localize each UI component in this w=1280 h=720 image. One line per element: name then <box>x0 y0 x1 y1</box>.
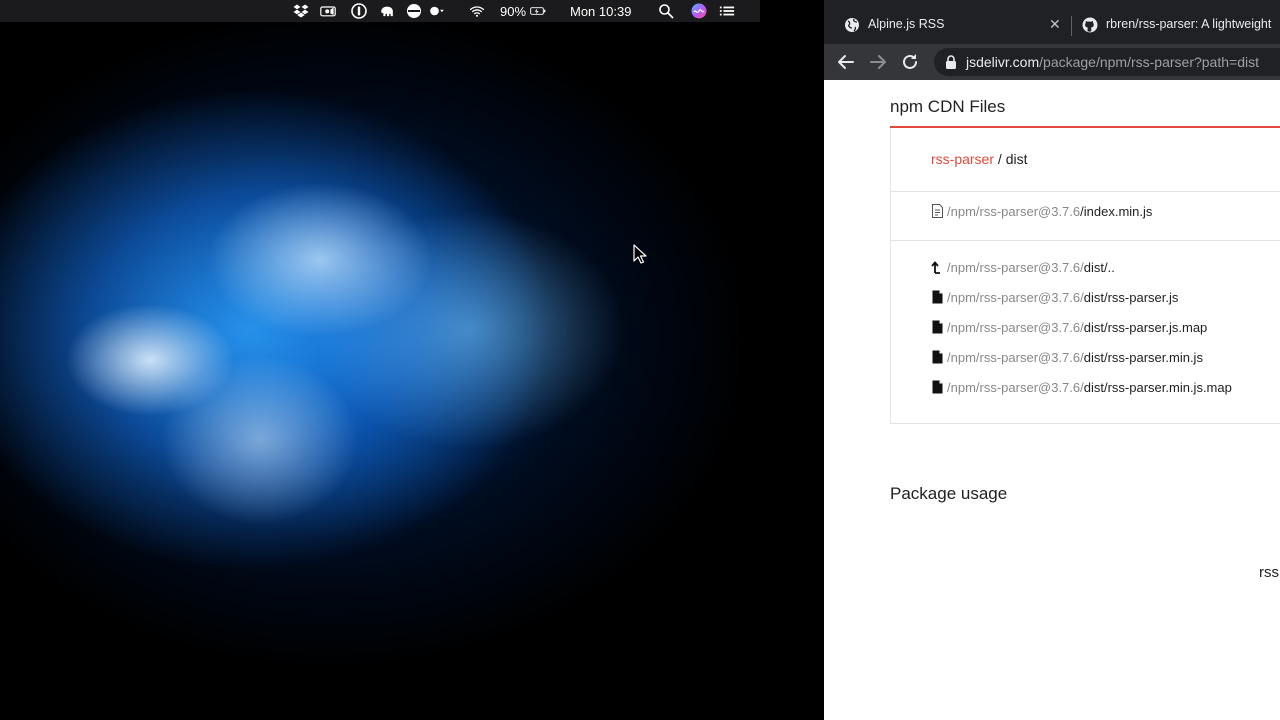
tab-title: Alpine.js RSS <box>868 17 945 31</box>
file-name: dist/rss-parser.min.js.map <box>1083 379 1232 395</box>
tab-rss-parser-github[interactable]: rbren/rss-parser: A lightweight <box>1062 8 1280 44</box>
file-icon <box>931 320 944 334</box>
file-path-prefix: /npm/rss-parser@3.7.6/ <box>947 349 1084 365</box>
tab-title: rbren/rss-parser: A lightweight <box>1106 17 1272 31</box>
menu-bar-clock[interactable]: Mon 10:39 <box>570 4 631 19</box>
file-name: dist/.. <box>1083 259 1115 275</box>
address-bar[interactable]: jsdelivr.com/package/npm/rss-parser?path… <box>934 48 1280 76</box>
file-name: dist/rss-parser.js.map <box>1083 319 1208 335</box>
elephant-icon[interactable] <box>379 3 401 19</box>
breadcrumb-separator: / <box>994 151 1006 167</box>
bartender-icon[interactable] <box>406 3 422 19</box>
file-path-prefix: /npm/rss-parser@3.7.6/ <box>947 259 1084 275</box>
file-row-rss-parser-min-js-map[interactable]: /npm/rss-parser@3.7.6/dist/rss-parser.mi… <box>931 378 1232 396</box>
file-row-parent-dir[interactable]: /npm/rss-parser@3.7.6/dist/.. <box>931 258 1115 276</box>
github-icon <box>1082 17 1098 33</box>
battery-percent: 90% <box>500 4 527 19</box>
file-name: dist/rss-parser.min.js <box>1083 349 1203 365</box>
breadcrumb: rss-parser / dist <box>931 151 1027 167</box>
file-path-prefix: /npm/rss-parser@3.7.6/ <box>947 319 1084 335</box>
menu-bar: 90% Mon 10:39 <box>0 0 760 22</box>
forward-arrow-icon[interactable] <box>867 51 889 73</box>
package-usage-heading: Package usage <box>890 484 1008 503</box>
file-row-rss-parser-min-js[interactable]: /npm/rss-parser@3.7.6/dist/rss-parser.mi… <box>931 348 1203 366</box>
page-content: npm CDN Files rss-parser / dist /npm/rss… <box>824 80 1280 720</box>
default-file-icon <box>931 204 944 218</box>
browser-window: Alpine.js RSS ✕ rbren/rss-parser: A ligh… <box>824 0 1280 720</box>
divider <box>891 191 1280 192</box>
lock-icon[interactable] <box>944 54 958 70</box>
desktop-wallpaper <box>0 0 824 720</box>
wifi-icon[interactable] <box>469 3 489 19</box>
url-text[interactable]: jsdelivr.com/package/npm/rss-parser?path… <box>966 54 1259 70</box>
breadcrumb-folder: dist <box>1005 151 1028 167</box>
screen-record-icon[interactable] <box>320 3 340 19</box>
tab-bar: Alpine.js RSS ✕ rbren/rss-parser: A ligh… <box>824 0 1280 44</box>
file-path-prefix: /npm/rss-parser@3.7.6/ <box>947 289 1084 305</box>
file-name: dist/rss-parser.js <box>1083 289 1179 305</box>
parent-dir-icon <box>931 260 944 274</box>
file-name: /index.min.js <box>1080 203 1153 219</box>
tab-close-icon[interactable]: ✕ <box>1049 16 1061 33</box>
file-row-rss-parser-js[interactable]: /npm/rss-parser@3.7.6/dist/rss-parser.js <box>931 288 1178 306</box>
reload-icon[interactable] <box>899 51 921 73</box>
file-icon <box>931 350 944 364</box>
browser-toolbar: jsdelivr.com/package/npm/rss-parser?path… <box>824 44 1280 80</box>
file-icon <box>931 290 944 304</box>
search-icon[interactable] <box>658 3 674 19</box>
control-list-icon[interactable] <box>719 3 737 19</box>
usage-package-name: rss <box>1259 564 1279 581</box>
mouse-cursor-icon <box>633 244 647 264</box>
siri-icon[interactable] <box>691 3 707 19</box>
tab-alpine-rss[interactable]: Alpine.js RSS ✕ <box>824 8 1070 44</box>
globe-icon <box>844 17 860 33</box>
onepassword-icon[interactable] <box>351 3 367 19</box>
divider <box>891 240 1280 241</box>
moon-icon[interactable] <box>429 3 455 19</box>
url-host: jsdelivr.com <box>966 54 1040 70</box>
url-path: /package/npm/rss-parser?path=dist <box>1039 54 1259 70</box>
battery-charging-icon[interactable] <box>530 3 554 19</box>
file-path-prefix: /npm/rss-parser@3.7.6 <box>947 203 1081 219</box>
file-path-prefix: /npm/rss-parser@3.7.6/ <box>947 379 1084 395</box>
default-file-link[interactable]: /npm/rss-parser@3.7.6/index.min.js <box>931 202 1152 220</box>
file-row-rss-parser-js-map[interactable]: /npm/rss-parser@3.7.6/dist/rss-parser.js… <box>931 318 1207 336</box>
breadcrumb-package-link[interactable]: rss-parser <box>931 151 994 167</box>
dropbox-icon[interactable] <box>293 3 309 19</box>
back-arrow-icon[interactable] <box>835 51 857 73</box>
file-icon <box>931 380 944 394</box>
npm-cdn-files-heading: npm CDN Files <box>890 97 1006 116</box>
file-browser-panel: rss-parser / dist /npm/rss-parser@3.7.6/… <box>890 128 1280 424</box>
